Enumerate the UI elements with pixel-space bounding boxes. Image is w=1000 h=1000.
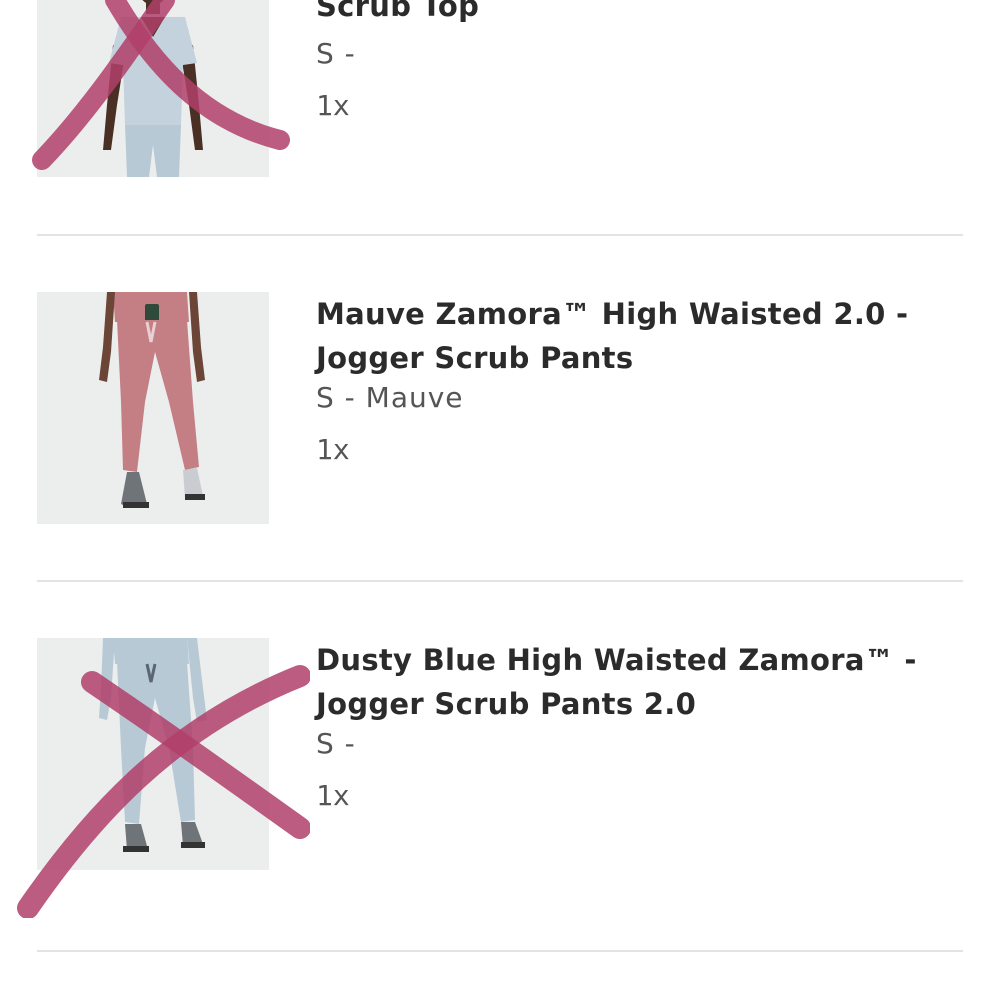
product-image-scrub-top[interactable] [37, 0, 269, 177]
mauve-pants-photo-icon [37, 292, 269, 524]
product-title-line-2[interactable]: Jogger Scrub Pants [316, 341, 633, 375]
product-variant: S - Mauve [316, 381, 464, 414]
product-title-line-1[interactable]: Mauve Zamora™ High Waisted 2.0 - [316, 297, 908, 331]
item-divider [37, 234, 963, 236]
product-title-line-2[interactable]: Jogger Scrub Pants 2.0 [316, 687, 696, 721]
product-quantity: 1x [316, 779, 350, 812]
product-variant: S - [316, 37, 356, 70]
product-image-mauve-pants[interactable] [37, 292, 269, 524]
product-title-line-1[interactable]: Dusty Blue High Waisted Zamora™ - [316, 643, 917, 677]
dusty-blue-pants-photo-icon [37, 638, 269, 870]
product-quantity: 1x [316, 433, 350, 466]
product-title[interactable]: Scrub Top [316, 0, 956, 28]
cart-item-list: Scrub Top S - 1x Mauve Zamora™ High Wais… [0, 0, 1000, 1000]
item-divider [37, 950, 963, 952]
scrub-top-photo-icon [37, 0, 269, 177]
product-title[interactable]: Mauve Zamora™ High Waisted 2.0 - Jogger … [316, 292, 956, 380]
product-title[interactable]: Dusty Blue High Waisted Zamora™ - Jogger… [316, 638, 956, 726]
product-quantity: 1x [316, 89, 350, 122]
item-divider [37, 580, 963, 582]
product-image-dusty-blue-pants[interactable] [37, 638, 269, 870]
product-variant: S - [316, 727, 356, 760]
product-title-line-2[interactable]: Scrub Top [316, 0, 479, 23]
